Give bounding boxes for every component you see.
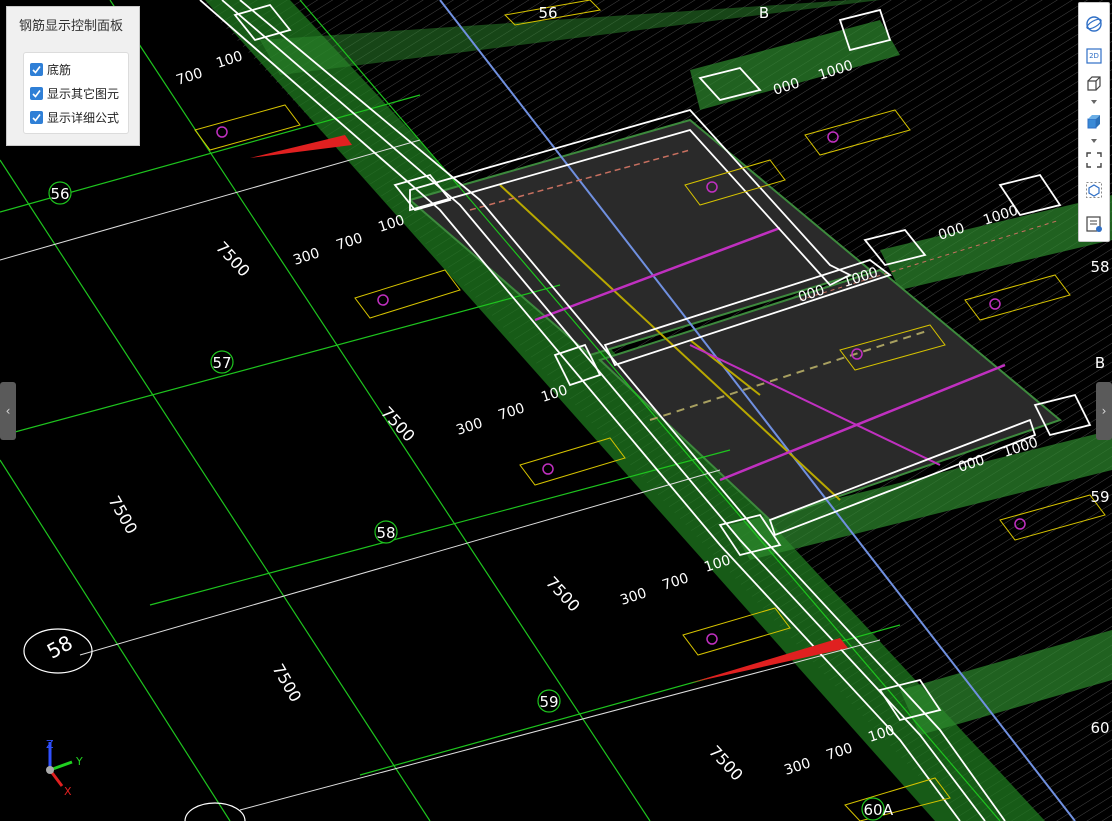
axis-bubble-56: 56	[48, 181, 72, 205]
axis-triad: Z Y X	[46, 738, 83, 798]
option-show-detailed-formula[interactable]: 显示详细公式	[30, 109, 119, 126]
chevron-left-icon: ‹	[5, 404, 11, 418]
svg-text:7500: 7500	[705, 742, 747, 785]
axis-bubble-56-top: 56	[538, 4, 557, 22]
formula-view-icon[interactable]	[1083, 213, 1105, 235]
chevron-right-icon: ›	[1101, 404, 1107, 418]
svg-text:100: 100	[214, 48, 244, 71]
axis-label-right-60: 60	[1090, 719, 1109, 737]
axis-label-right-58: 58	[1090, 258, 1109, 276]
3d-box-icon[interactable]	[1083, 73, 1105, 95]
checkbox-checked-icon[interactable]	[30, 63, 43, 76]
svg-text:60: 60	[863, 801, 882, 819]
option-label: 显示其它图元	[47, 87, 120, 101]
axis-bubble-59: 59	[537, 689, 561, 713]
panel-title: 钢筋显示控制面板	[19, 19, 124, 34]
fullscreen-icon[interactable]	[1083, 149, 1105, 171]
svg-text:700: 700	[174, 65, 204, 88]
svg-text:56: 56	[50, 185, 69, 203]
svg-text:7500: 7500	[542, 573, 584, 616]
svg-text:58: 58	[376, 524, 395, 542]
white-ref-line-3	[239, 639, 881, 811]
svg-text:56: 56	[538, 4, 557, 22]
rebar-display-control-panel: 钢筋显示控制面板 底筋 显示其它图元 显示详细公式	[6, 6, 140, 146]
chevron-down-icon[interactable]	[1091, 139, 1097, 143]
option-label: 底筋	[47, 63, 72, 77]
axis-bubble-58: 58	[374, 520, 398, 544]
svg-text:57: 57	[212, 354, 231, 372]
svg-text:300: 300	[454, 415, 484, 438]
checkbox-checked-icon[interactable]	[30, 87, 43, 100]
checkbox-checked-icon[interactable]	[30, 111, 43, 124]
orbit-icon[interactable]	[1083, 13, 1105, 35]
axis-bubble-60: 60	[861, 797, 885, 821]
component-view-icon[interactable]	[1083, 179, 1105, 201]
svg-text:700: 700	[334, 230, 364, 253]
2d-view-icon[interactable]: 2D	[1083, 45, 1105, 67]
svg-text:100: 100	[376, 212, 406, 235]
white-ref-line-2	[79, 469, 721, 656]
axis-label-top-B: B	[759, 4, 769, 22]
right-panel-toggle[interactable]: ›	[1096, 382, 1112, 440]
svg-text:700: 700	[660, 570, 690, 593]
axis-label-right-B: B	[1095, 354, 1105, 372]
svg-text:58: 58	[43, 630, 77, 663]
axis-bubble-big-partial	[184, 802, 246, 821]
svg-text:X: X	[64, 785, 72, 798]
cad-3d-viewport[interactable]: 56 57 58 59 60 56 58 58 59 60 B B A 7500…	[0, 0, 1112, 821]
svg-text:7500: 7500	[212, 238, 254, 281]
svg-text:Y: Y	[75, 755, 83, 768]
svg-text:7500: 7500	[377, 403, 419, 446]
svg-text:700: 700	[824, 740, 854, 763]
solid-box-icon[interactable]	[1083, 111, 1105, 133]
svg-text:300: 300	[291, 245, 321, 268]
svg-text:7500: 7500	[269, 661, 306, 706]
left-panel-toggle[interactable]: ‹	[0, 382, 16, 440]
axis-bubble-big-58: 58	[23, 628, 93, 674]
option-bottom-rebar[interactable]: 底筋	[30, 61, 71, 78]
option-show-other-elements[interactable]: 显示其它图元	[30, 85, 119, 102]
panel-options-box: 底筋 显示其它图元 显示详细公式	[23, 52, 129, 134]
option-label: 显示详细公式	[47, 111, 120, 125]
svg-text:Z: Z	[46, 738, 54, 751]
svg-text:300: 300	[782, 755, 812, 778]
axis-bubble-57: 57	[210, 350, 234, 374]
svg-text:300: 300	[618, 585, 648, 608]
view-toolbar: 2D	[1078, 2, 1110, 242]
svg-text:7500: 7500	[105, 493, 142, 538]
chevron-down-icon[interactable]	[1091, 100, 1097, 104]
axis-label-right-59: 59	[1090, 488, 1109, 506]
svg-text:700: 700	[496, 400, 526, 423]
svg-text:59: 59	[539, 693, 558, 711]
axis-label-bottom-A: A	[883, 801, 894, 819]
